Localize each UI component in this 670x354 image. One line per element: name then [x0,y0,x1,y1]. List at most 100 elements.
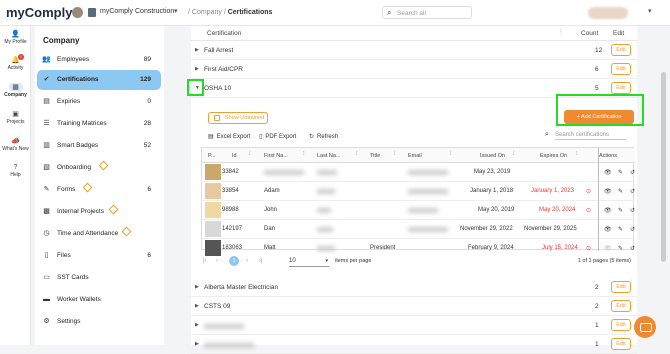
page-1-button[interactable]: 1 [229,256,239,266]
expired-warning-icon: ⊙ [586,208,592,214]
main-scrollbar[interactable] [661,72,666,262]
filter-icon[interactable]: ⫶ [303,151,305,158]
breadcrumb-current: Certifications [227,9,273,16]
excel-export-button[interactable]: ▤ Excel Export [208,133,250,140]
search-icon: ⌕ [545,131,549,138]
table-row[interactable]: 33842 May 23, 2019 👁 ✎ ↺ [202,163,635,182]
expand-triangle-icon[interactable]: ▶ [195,284,199,290]
table-row[interactable]: 98988 John May 20, 2019 May 20, 2024 ⊙ 👁 ✎… [202,201,635,220]
last-page-icon[interactable]: ›| [259,258,263,264]
col-certification[interactable]: Certification [207,30,241,37]
sidebar-item-expiries[interactable]: ▤ Expiries 0 [37,92,161,112]
cert-row-fall-arrest[interactable]: ▶ Fall Arrest 12 Edit [191,41,637,60]
user-avatar[interactable] [588,7,628,19]
sidebar-item-worker-wallets[interactable]: ▬ Worker Wallets [37,290,161,310]
redacted-text [408,208,438,213]
rail-projects[interactable]: ▣ Projects [0,110,31,125]
expand-triangle-icon[interactable]: ▶ [195,322,199,328]
sidebar-item-files[interactable]: ▯ Files 6 [37,246,161,266]
prev-page-icon[interactable]: ‹ [216,258,218,264]
pdf-export-button[interactable]: ▯ PDF Export [259,133,296,140]
edit-button[interactable]: Edit [611,281,631,293]
filter-icon[interactable]: ⫶ [560,29,562,37]
view-icon[interactable]: 👁 [604,188,612,195]
refresh-button[interactable]: ↻ Refresh [309,133,338,140]
filter-icon[interactable]: ⫶ [450,151,452,158]
filter-icon[interactable]: ⫶ [356,151,358,158]
view-icon[interactable]: 👁 [604,226,612,233]
expand-triangle-icon[interactable]: ▶ [195,66,199,72]
chevron-down-icon[interactable]: ▾ [174,7,178,15]
sidebar-item-internal-projects[interactable]: ▩ Internal Projects [37,202,161,222]
filter-icon[interactable]: ⫶ [394,151,396,158]
edit-button[interactable]: Edit [611,300,631,312]
view-icon[interactable]: 👁 [604,245,612,252]
rail-help[interactable]: ? Help [0,164,31,178]
page-size-select[interactable]: 10 ▾ [289,256,329,267]
history-icon[interactable]: ↺ [630,245,635,252]
filter-icon[interactable]: ⫶ [513,151,515,158]
expand-triangle-icon[interactable]: ▶ [195,303,199,309]
sidebar-item-sst-cards[interactable]: ▭ SST Cards [37,268,161,288]
history-icon[interactable]: ↺ [630,188,635,195]
first-page-icon[interactable]: |‹ [203,258,207,264]
filter-icon[interactable]: ⫶ [249,151,251,158]
edit-pencil-icon[interactable]: ✎ [618,226,623,233]
user-menu-chevron-icon[interactable]: ▾ [648,7,652,15]
edit-button[interactable]: Edit [611,63,631,75]
history-icon[interactable]: ↺ [630,226,635,233]
org-avatar[interactable] [72,7,83,18]
rail-activity[interactable]: 🔔 1 Activity [0,54,31,71]
sidebar-item-certifications[interactable]: ✔ Certifications 129 [37,70,161,90]
next-page-icon[interactable]: › [246,258,248,264]
cert-row-redacted[interactable]: ▶ 1 Edit [191,316,637,335]
col-count[interactable]: Count [581,30,598,37]
expired-warning-icon: ⊙ [586,246,592,252]
employee-photo [205,164,221,180]
edit-pencil-icon[interactable]: ✎ [618,188,623,195]
cert-row-csts-09[interactable]: ▶ CSTS 09 2 Edit [191,297,637,316]
edit-button[interactable]: Edit [611,319,631,331]
col-edit: Edit [613,30,625,37]
folder-icon: ▩ [43,208,50,215]
cert-row-alberta-master-electrician[interactable]: ▶ Alberta Master Electrician 2 Edit [191,278,637,297]
org-selector[interactable]: myComply Construction [100,8,174,15]
checkbox-icon[interactable] [214,115,220,121]
edit-pencil-icon[interactable]: ✎ [618,207,623,214]
sidebar-item-forms[interactable]: ✎ Forms 6 [37,180,161,200]
global-search[interactable]: ⌕ Search all [382,6,472,19]
redacted-text [204,343,254,348]
rail-company[interactable]: ▦ Company [0,83,31,98]
expand-triangle-icon[interactable]: ▶ [195,341,199,347]
edit-pencil-icon[interactable]: ✎ [618,245,623,252]
breadcrumb-parent[interactable]: Company [192,9,222,16]
sidebar-item-smart-badges[interactable]: ▥ Smart Badges 52 [37,136,161,156]
chevron-down-icon: ▾ [325,258,328,264]
edit-pencil-icon[interactable]: ✎ [618,169,623,176]
view-icon[interactable]: 👁 [604,169,612,176]
edit-button[interactable]: Edit [611,44,631,56]
cert-search-input[interactable]: ⌕ Search certifications [545,130,635,142]
chat-support-icon[interactable] [634,316,656,338]
table-row[interactable]: 33854 Adam January 1, 2018 January 1, 20… [202,182,635,201]
help-icon: ? [13,164,18,171]
calendar-icon: ▤ [43,98,50,105]
show-untrained-toggle[interactable]: Show Untrained [208,112,268,124]
table-row[interactable]: 142197 Dan November 29, 2022 November 29… [202,220,635,239]
filter-icon[interactable]: ⫶ [576,151,578,158]
cert-row-first-aid[interactable]: ▶ First Aid/CPR 6 Edit [191,60,637,79]
history-icon[interactable]: ↺ [630,169,635,176]
edit-button[interactable]: Edit [611,82,631,94]
app-logo[interactable]: myComply [6,5,72,20]
expand-triangle-icon[interactable]: ▶ [195,47,199,53]
rail-whats-new[interactable]: 📣 What's New [0,137,31,152]
sidebar-item-employees[interactable]: 👥 Employees 89 [37,50,161,70]
sidebar-item-settings[interactable]: ⚙ Settings [37,312,161,332]
sidebar-item-training-matrices[interactable]: ☰ Training Matrices 28 [37,114,161,134]
edit-button[interactable]: Edit [611,338,631,350]
history-icon[interactable]: ↺ [630,207,635,214]
view-icon[interactable]: 👁 [604,207,612,214]
rail-my-profile[interactable]: 👤 My Profile [0,30,31,45]
sidebar-item-onboarding[interactable]: ▧ Onboarding [37,158,161,178]
sidebar-item-time-attendance[interactable]: ◷ Time and Attendance [37,224,161,244]
